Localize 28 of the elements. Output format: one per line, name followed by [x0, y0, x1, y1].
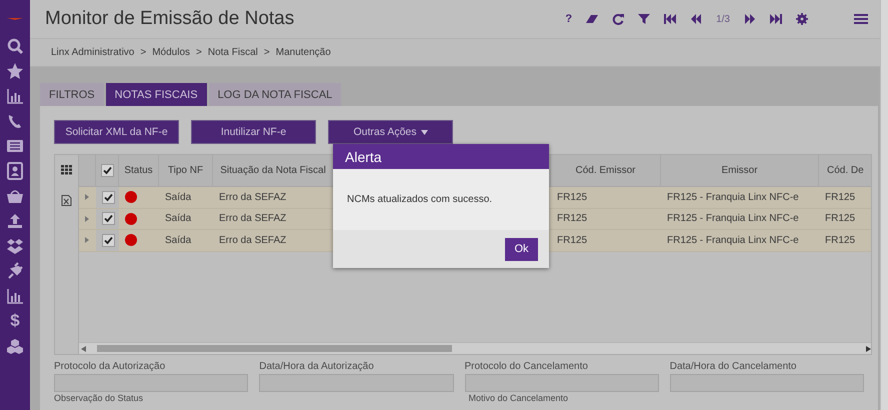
table-cell-text: Erro da SEFAZ [218, 212, 288, 226]
dialog-message: NCMs atualizados com sucesso. [333, 169, 549, 230]
field-label: Protocolo do Cancelamento [464, 361, 589, 372]
table-cell-text: FR125 - Franquia Linx NFC-e [666, 190, 800, 205]
page-counter: 1/3 [716, 14, 730, 24]
table-cell-text: Erro da SEFAZ [218, 234, 288, 248]
table-cell-text: Saída [164, 190, 192, 205]
breadcrumb-separator: > [264, 47, 270, 58]
page-title: Monitor de Emissão de Notas [45, 8, 296, 30]
table-cell-text: Saída [164, 212, 192, 226]
table-cell-text: Saída [164, 234, 192, 248]
table-cell-text: FR125 [556, 212, 588, 226]
field-label: Data/Hora do Cancelamento [670, 361, 798, 372]
field-label: Motivo do Cancelamento [468, 393, 570, 403]
table-cell-text: Erro da SEFAZ [218, 190, 288, 205]
table-cell-text: FR125 [824, 212, 856, 226]
field-label: Protocolo da Autorização [54, 361, 166, 372]
table-cell-text: FR125 [556, 234, 588, 248]
table-cell-text: FR125 - Franquia Linx NFC-e [666, 234, 800, 248]
breadcrumb-separator: > [196, 47, 202, 58]
field-label: Observação do Status [54, 393, 144, 403]
table-cell-text: FR125 [824, 234, 856, 248]
breadcrumb-separator: > [140, 47, 146, 58]
table-cell-text: FR125 [824, 190, 856, 205]
dialog-title: Alerta [333, 144, 549, 169]
table-cell-text: FR125 [556, 190, 588, 205]
table-cell-text: FR125 - Franquia Linx NFC-e [666, 212, 800, 226]
field-label: Data/Hora da Autorização [259, 361, 375, 372]
